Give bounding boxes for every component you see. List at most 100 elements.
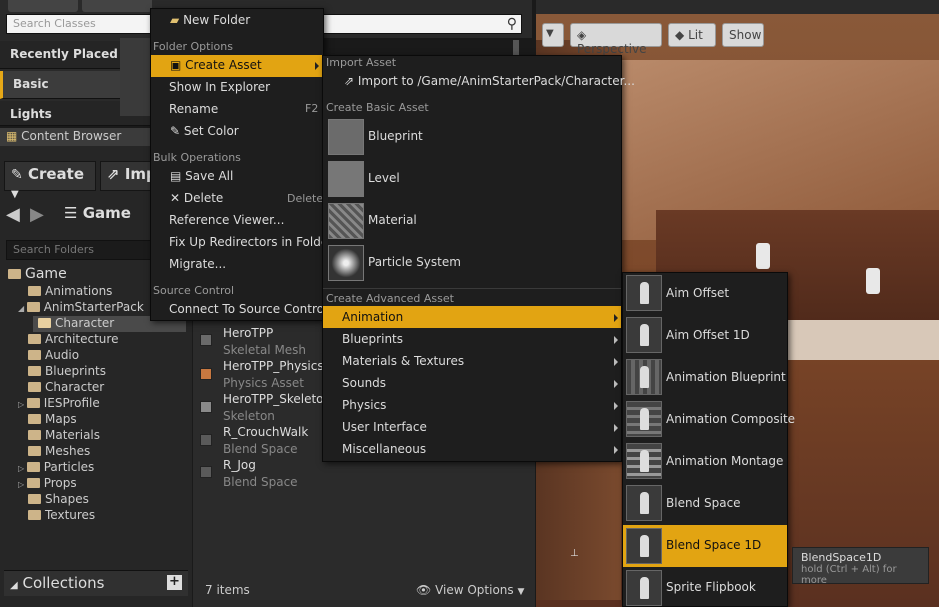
add-collection-icon[interactable]: +	[167, 575, 182, 590]
tree-item-textures[interactable]: Textures	[28, 508, 95, 522]
viewport-options-button[interactable]: ▼	[542, 23, 564, 47]
asset-name[interactable]: HeroTPP	[223, 326, 273, 340]
menu-item-aim-offset-1d[interactable]: Aim Offset 1D	[666, 328, 750, 342]
menu-item-animation-blueprint[interactable]: Animation Blueprint	[666, 370, 786, 384]
create-button[interactable]: ✎ Create ▼	[4, 161, 96, 200]
perspective-button[interactable]: ◈ Perspective	[570, 23, 662, 56]
tree-item-iesprofile[interactable]: ▷ IESProfile	[18, 396, 100, 410]
view-options-label: View Options	[435, 583, 514, 597]
menu-item-miscellaneous[interactable]: Miscellaneous	[342, 442, 426, 456]
tree-item-animations[interactable]: Animations	[28, 284, 112, 298]
placement-item-thumbnails[interactable]	[120, 38, 152, 116]
tooltip-title: BlendSpace1D	[801, 551, 882, 564]
blend-space-icon	[626, 485, 662, 521]
tree-item-shapes[interactable]: Shapes	[28, 492, 89, 506]
menu-item-physics[interactable]: Physics	[342, 398, 386, 412]
menu-item-particle-system[interactable]: Particle System	[368, 255, 461, 269]
menu-item-new-folder[interactable]: ▰ New Folder	[170, 13, 250, 27]
asset-name[interactable]: HeroTPP_Physics	[223, 359, 324, 373]
asset-name[interactable]: HeroTPP_Skeleton	[223, 392, 331, 406]
menu-item-set-color[interactable]: ✎ Set Color	[170, 124, 239, 138]
tree-item-character[interactable]: Character	[28, 380, 104, 394]
tree-item-game[interactable]: Game	[8, 266, 67, 282]
menu-divider	[323, 288, 621, 289]
asset-type: Blend Space	[223, 442, 298, 456]
menu-item-animation-composite[interactable]: Animation Composite	[666, 412, 795, 426]
menu-item-material[interactable]: Material	[368, 213, 417, 227]
menu-label: Animation	[342, 310, 404, 324]
search-icon[interactable]: ⚲	[507, 16, 517, 32]
tree-item-maps[interactable]: Maps	[28, 412, 77, 426]
aim-offset-icon	[626, 275, 662, 311]
perspective-icon: ◈	[577, 28, 587, 42]
tree-item-meshes[interactable]: Meshes	[28, 444, 90, 458]
tree-item-architecture[interactable]: Architecture	[28, 332, 118, 346]
menu-item-rename[interactable]: Rename	[169, 102, 218, 116]
category-label: Basic	[13, 77, 49, 91]
menu-label: Animation Blueprint	[666, 370, 786, 384]
path-breadcrumb[interactable]: ☰ Game	[64, 204, 131, 222]
menu-item-animation[interactable]: Animation	[342, 310, 403, 324]
menu-item-create-asset[interactable]: ▣ Create Asset	[170, 58, 262, 72]
menu-item-delete[interactable]: ✕ Delete	[170, 191, 223, 205]
physics-asset-icon	[200, 368, 212, 380]
create-icon: ✎	[11, 167, 23, 183]
menu-item-connect-source-control[interactable]: Connect To Source Control	[169, 302, 327, 316]
menu-item-animation-montage[interactable]: Animation Montage	[666, 454, 783, 468]
tree-label: Audio	[45, 348, 80, 362]
show-button[interactable]: Show	[722, 23, 764, 47]
collections-header[interactable]: ◢ Collections +	[4, 570, 188, 596]
view-options-button[interactable]: 👁 View Options ▼	[416, 583, 524, 597]
menu-item-sprite-flipbook[interactable]: Sprite Flipbook	[666, 580, 756, 594]
forward-arrow-icon[interactable]: ▶	[30, 204, 44, 225]
placement-tab[interactable]	[8, 0, 78, 12]
collapse-icon: ◢	[10, 580, 18, 591]
particle-system-icon	[328, 245, 364, 281]
level-icon	[328, 161, 364, 197]
placement-tab[interactable]	[82, 0, 152, 12]
tree-label: Character	[45, 380, 105, 394]
tree-item-materials[interactable]: Materials	[28, 428, 100, 442]
menu-item-fix-up-redirectors[interactable]: Fix Up Redirectors in Folder	[169, 235, 333, 249]
chevron-down-icon: ▼	[11, 189, 19, 200]
menu-item-reference-viewer[interactable]: Reference Viewer...	[169, 213, 284, 227]
asset-name[interactable]: R_CrouchWalk	[223, 425, 308, 439]
menu-item-blend-space[interactable]: Blend Space	[666, 496, 741, 510]
tree-label: Animations	[45, 284, 113, 298]
skeletal-mesh-icon	[200, 334, 212, 346]
menu-item-sounds[interactable]: Sounds	[342, 376, 386, 390]
menu-item-blueprints[interactable]: Blueprints	[342, 332, 403, 346]
menu-header: Folder Options	[153, 40, 233, 53]
menu-item-level[interactable]: Level	[368, 171, 400, 185]
menu-label: Save All	[185, 169, 234, 183]
menu-label: Blend Space	[666, 496, 741, 510]
menu-item-user-interface[interactable]: User Interface	[342, 420, 427, 434]
menu-item-import[interactable]: ⇗ Import to /Game/AnimStarterPack/Charac…	[344, 74, 635, 88]
tree-item-props[interactable]: ▷ Props	[18, 476, 77, 490]
menu-item-materials-textures[interactable]: Materials & Textures	[342, 354, 464, 368]
menu-item-aim-offset[interactable]: Aim Offset	[666, 286, 729, 300]
tree-item-particles[interactable]: ▷ Particles	[18, 460, 94, 474]
tree-item-animstarterpack[interactable]: ◢ AnimStarterPack	[18, 300, 144, 314]
back-arrow-icon[interactable]: ◀	[6, 204, 20, 225]
blend-space-1d-icon	[626, 528, 662, 564]
menu-item-blueprint[interactable]: Blueprint	[368, 129, 423, 143]
tree-label: Shapes	[45, 492, 89, 506]
menu-item-show-in-explorer[interactable]: Show In Explorer	[169, 80, 270, 94]
menu-label: Aim Offset	[666, 286, 730, 300]
asset-type: Physics Asset	[223, 376, 304, 390]
menu-item-migrate[interactable]: Migrate...	[169, 257, 226, 271]
tree-item-character-sub[interactable]: Character	[38, 316, 114, 330]
tree-label: Architecture	[45, 332, 119, 346]
menu-label: Material	[368, 213, 417, 227]
menu-item-save-all[interactable]: ▤ Save All	[170, 169, 233, 183]
asset-name[interactable]: R_Jog	[223, 458, 256, 472]
tree-label: Meshes	[45, 444, 91, 458]
lit-button[interactable]: ◆ Lit	[668, 23, 716, 47]
tree-item-audio[interactable]: Audio	[28, 348, 79, 362]
animation-montage-icon	[626, 443, 662, 479]
tree-item-blueprints[interactable]: Blueprints	[28, 364, 106, 378]
menu-item-blend-space-1d[interactable]: Blend Space 1D	[666, 538, 761, 552]
lit-icon: ◆	[675, 28, 685, 42]
aim-offset-1d-icon	[626, 317, 662, 353]
